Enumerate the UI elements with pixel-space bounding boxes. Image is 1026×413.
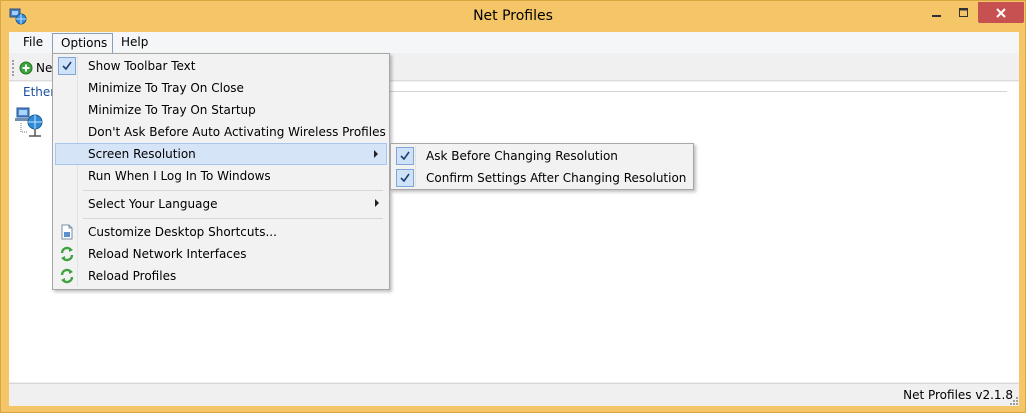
app-window: Net Profiles File Options Help Ne Ethern… xyxy=(0,0,1026,413)
menu-item-label: Confirm Settings After Changing Resoluti… xyxy=(426,171,687,185)
menu-item-label: Customize Desktop Shortcuts... xyxy=(88,225,277,239)
menu-item-label: Don't Ask Before Auto Activating Wireles… xyxy=(88,125,386,139)
menu-item-label: Run When I Log In To Windows xyxy=(88,169,271,183)
checkmark-icon xyxy=(396,169,414,187)
menu-bar: File Options Help xyxy=(9,32,1019,53)
menu-separator xyxy=(83,218,383,219)
menu-item-label: Reload Profiles xyxy=(88,269,177,283)
menu-item-select-language[interactable]: Select Your Language xyxy=(55,193,387,215)
menu-item-label: Minimize To Tray On Startup xyxy=(88,103,256,117)
checkmark-icon xyxy=(396,147,414,165)
resize-grip-icon[interactable] xyxy=(1007,394,1019,406)
menu-item-label: Select Your Language xyxy=(88,197,218,211)
options-menu: Show Toolbar Text Minimize To Tray On Cl… xyxy=(52,53,390,290)
menu-options[interactable]: Options xyxy=(52,33,113,53)
status-bar: Net Profiles v2.1.8 xyxy=(9,383,1019,406)
menu-help[interactable]: Help xyxy=(113,33,156,53)
window-title: Net Profiles xyxy=(473,8,553,24)
menu-item-dont-ask-wireless[interactable]: Don't Ask Before Auto Activating Wireles… xyxy=(55,121,387,143)
menu-item-screen-resolution[interactable]: Screen Resolution xyxy=(55,143,387,165)
menu-item-run-on-login[interactable]: Run When I Log In To Windows xyxy=(55,165,387,187)
reload-icon xyxy=(58,267,76,285)
shortcut-icon xyxy=(58,223,76,241)
menu-separator xyxy=(83,190,383,191)
menu-item-minimize-tray-close[interactable]: Minimize To Tray On Close xyxy=(55,77,387,99)
maximize-button[interactable] xyxy=(950,2,977,23)
menu-item-minimize-tray-startup[interactable]: Minimize To Tray On Startup xyxy=(55,99,387,121)
menu-file[interactable]: File xyxy=(15,33,51,53)
submenu-arrow-icon xyxy=(375,199,379,207)
menu-item-customize-shortcuts[interactable]: Customize Desktop Shortcuts... xyxy=(55,221,387,243)
menu-item-ask-before-changing[interactable]: Ask Before Changing Resolution xyxy=(393,145,691,167)
menu-item-label: Screen Resolution xyxy=(88,147,196,161)
network-adapter-icon[interactable] xyxy=(13,106,49,140)
minimize-icon xyxy=(932,14,941,17)
new-profile-button[interactable]: Ne xyxy=(19,58,52,78)
menu-item-confirm-settings[interactable]: Confirm Settings After Changing Resoluti… xyxy=(393,167,691,189)
minimize-button[interactable] xyxy=(924,2,950,23)
menu-item-label: Show Toolbar Text xyxy=(88,59,196,73)
title-bar[interactable]: Net Profiles xyxy=(1,1,1025,32)
menu-item-show-toolbar-text[interactable]: Show Toolbar Text xyxy=(55,55,387,77)
menu-item-reload-interfaces[interactable]: Reload Network Interfaces xyxy=(55,243,387,265)
close-button[interactable] xyxy=(978,2,1024,23)
menu-item-label: Ask Before Changing Resolution xyxy=(426,149,618,163)
reload-icon xyxy=(58,245,76,263)
screen-resolution-submenu: Ask Before Changing Resolution Confirm S… xyxy=(390,143,694,190)
menu-item-label: Minimize To Tray On Close xyxy=(88,81,244,95)
new-profile-label: Ne xyxy=(36,61,53,75)
menu-item-reload-profiles[interactable]: Reload Profiles xyxy=(55,265,387,287)
add-icon xyxy=(19,61,33,75)
submenu-arrow-icon xyxy=(374,150,378,158)
close-icon xyxy=(996,7,1006,18)
group-divider xyxy=(379,91,1007,92)
checkmark-icon xyxy=(58,57,76,75)
menu-item-label: Reload Network Interfaces xyxy=(88,247,247,261)
toolbar-grip[interactable] xyxy=(12,60,15,76)
maximize-icon xyxy=(958,7,968,17)
version-label: Net Profiles v2.1.8 xyxy=(903,388,1013,402)
